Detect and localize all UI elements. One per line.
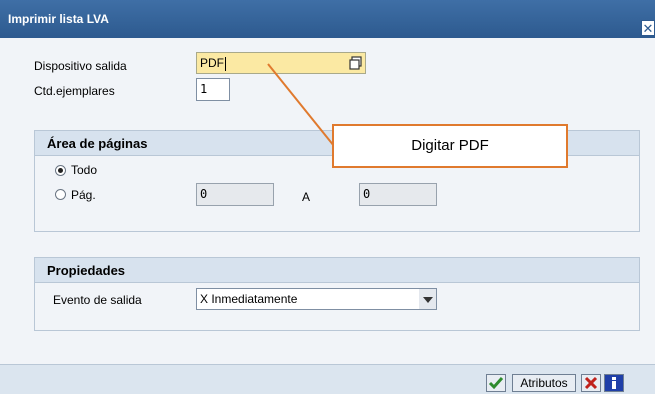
output-device-value: PDF (200, 56, 224, 70)
page-from-input[interactable]: 0 (196, 183, 274, 206)
radio-page-label: Pág. (71, 188, 96, 202)
page-to-input[interactable]: 0 (359, 183, 437, 206)
radio-all-pages[interactable] (55, 165, 66, 176)
page-to-value: 0 (363, 187, 371, 201)
output-event-label: Evento de salida (53, 293, 142, 307)
radio-page-range[interactable] (55, 189, 66, 200)
close-icon: ✕ (642, 21, 654, 36)
info-icon (612, 377, 616, 389)
confirm-button[interactable] (486, 374, 506, 392)
chevron-down-icon[interactable] (419, 288, 437, 310)
checkmark-icon (488, 377, 504, 390)
window-titlebar: Imprimir lista LVA ✕ (0, 0, 655, 38)
page-from-value: 0 (200, 187, 208, 201)
page-to-label: A (302, 190, 311, 204)
copies-label: Ctd.ejemplares (34, 84, 115, 98)
window-title: Imprimir lista LVA (8, 12, 109, 26)
output-device-label: Dispositivo salida (34, 59, 127, 73)
properties-title: Propiedades (35, 258, 639, 283)
close-button[interactable]: ✕ (641, 20, 655, 36)
cancel-button[interactable] (581, 374, 601, 392)
info-button[interactable] (604, 374, 624, 392)
cancel-x-icon (584, 376, 598, 390)
annotation-callout: Digitar PDF (332, 124, 568, 168)
radio-all-label: Todo (71, 163, 98, 177)
output-device-input[interactable]: PDF (196, 52, 366, 74)
copies-value: 1 (200, 82, 208, 96)
attributes-button[interactable]: Atributos (512, 374, 576, 392)
dialog-footer: Atributos (0, 364, 655, 394)
value-help-icon[interactable] (349, 56, 363, 70)
annotation-text: Digitar PDF (411, 137, 489, 154)
output-event-select[interactable]: X Inmediatamente (196, 288, 420, 310)
copies-input[interactable]: 1 (196, 78, 230, 101)
text-caret (225, 56, 226, 71)
output-event-value: X Inmediatamente (200, 292, 298, 306)
